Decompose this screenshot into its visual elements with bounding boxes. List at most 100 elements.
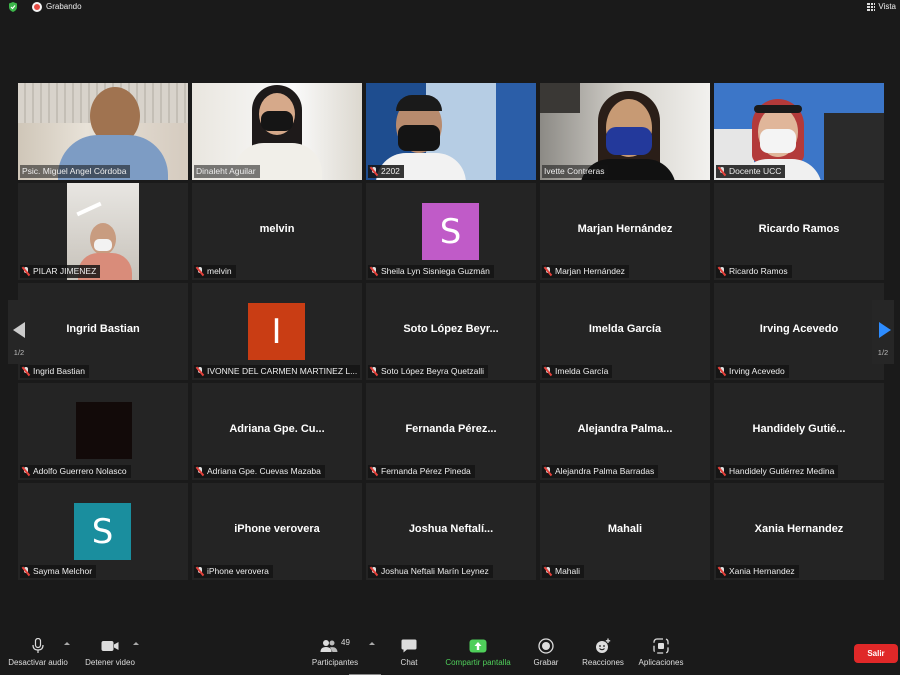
reactions-button[interactable]: Reacciones [580,636,626,667]
chevron-right-icon [879,322,891,338]
participant-name: iPhone verovera [207,566,269,576]
participant-name: Fernanda Pérez Pineda [381,466,471,476]
participant-center-name: iPhone verovera [234,523,320,535]
participant-tile[interactable]: Ingrid Bastian Ingrid Bastian [18,283,188,380]
participant-tile[interactable]: Docente UCC [714,83,884,180]
reactions-label: Reacciones [582,658,624,667]
participant-name: 2202 [381,166,400,176]
top-bar: Grabando Vista [0,0,900,14]
smiley-plus-icon [596,638,611,653]
next-page-button[interactable]: 1/2 [872,300,894,364]
participant-tile[interactable]: Irving Acevedo Irving Acevedo [714,283,884,380]
recording-icon [32,2,42,12]
participant-tile[interactable]: Mahali Mahali [540,483,710,580]
participant-tile[interactable]: Joshua Neftalí... Joshua Neftali Marín Le… [366,483,536,580]
muted-mic-icon [544,367,552,376]
apps-label: Aplicaciones [638,658,684,667]
record-icon [538,638,554,654]
participant-name-label: Ricardo Ramos [716,265,792,278]
apps-button[interactable]: Aplicaciones [636,636,686,667]
participant-tile[interactable]: Soto López Beyr... Soto López Beyra Quetz… [366,283,536,380]
participant-center-name: melvin [259,223,295,235]
participants-button[interactable]: 49 Participantes [308,636,362,668]
participant-tile[interactable]: I IVONNE DEL CARMEN MARTINEZ L... [192,283,362,380]
participant-tile[interactable]: iPhone verovera iPhone verovera [192,483,362,580]
audio-options-caret[interactable] [64,642,70,645]
muted-mic-icon [22,367,30,376]
participant-name: Psic. Miguel Angel Córdoba [22,166,127,176]
meeting-toolbar: Desactivar audio Detener video 49 Partic… [0,630,900,675]
participant-name: melvin [207,266,232,276]
participant-tile[interactable]: Ricardo Ramos Ricardo Ramos [714,183,884,280]
muted-mic-icon [370,567,378,576]
participant-tile[interactable]: Alejandra Palma... Alejandra Palma Barrad… [540,383,710,480]
participant-tile[interactable]: Adriana Gpe. Cu... Adriana Gpe. Cuevas Ma… [192,383,362,480]
participant-name: Adolfo Guerrero Nolasco [33,466,127,476]
participant-center-name: Marjan Hernández [577,223,673,235]
participant-tile[interactable]: Marjan Hernández Marjan Hernández [540,183,710,280]
mute-button[interactable]: Desactivar audio [4,636,72,667]
participant-name-label: Ingrid Bastian [20,365,89,378]
avatar: I [248,303,305,360]
participant-tile[interactable]: Psic. Miguel Angel Córdoba [18,83,188,180]
participant-tile[interactable]: Adolfo Guerrero Nolasco [18,383,188,480]
participant-name-label: Alejandra Palma Barradas [542,465,659,478]
participant-tile[interactable]: Xania Hernandez Xania Hernandez [714,483,884,580]
participant-center-name: Ricardo Ramos [758,223,840,235]
participant-name-label: iPhone verovera [194,565,273,578]
participant-name-label: Adolfo Guerrero Nolasco [20,465,131,478]
participant-name: Docente UCC [729,166,782,176]
record-button[interactable]: Grabar [530,636,562,667]
shield-icon [9,2,17,12]
page-indicator-right: 1/2 [877,348,889,357]
participant-tile[interactable]: Handidely Gutié... Handidely Gutiérrez Me… [714,383,884,480]
participants-options-caret[interactable] [369,642,375,645]
participant-tile[interactable]: S Sheila Lyn Sisniega Guzmán [366,183,536,280]
participants-count: 49 [341,637,350,647]
record-label: Grabar [533,658,559,667]
muted-mic-icon [22,467,30,476]
participant-tile[interactable]: Fernanda Pérez... Fernanda Pérez Pineda [366,383,536,480]
participant-name: Xania Hernandez [729,566,795,576]
participant-name: Ingrid Bastian [33,366,85,376]
view-button[interactable]: Vista [867,2,896,11]
chat-button[interactable]: Chat [394,636,424,667]
participant-tile[interactable]: Dinaleht Aguilar [192,83,362,180]
chevron-left-icon [13,322,25,338]
participant-name: Sayma Melchor [33,566,93,576]
muted-mic-icon [718,467,726,476]
muted-mic-icon [718,267,726,276]
participant-tile[interactable]: S Sayma Melchor [18,483,188,580]
participant-name-label: Marjan Hernández [542,265,629,278]
previous-page-button[interactable]: 1/2 [8,300,30,364]
participant-name: Marjan Hernández [555,266,625,276]
participants-label: Participantes [311,658,359,667]
stop-video-button[interactable]: Detener video [80,636,140,667]
muted-mic-icon [22,567,30,576]
muted-mic-icon [196,467,204,476]
participant-name: Ricardo Ramos [729,266,788,276]
participant-center-name: Adriana Gpe. Cu... [229,423,325,435]
participant-name: PILAR JIMENEZ [33,266,97,276]
participant-center-name: Fernanda Pérez... [405,423,497,435]
participant-gallery: Psic. Miguel Angel Córdoba Dinaleht Aguil… [18,83,888,580]
muted-mic-icon [370,267,378,276]
participant-name-label: Joshua Neftali Marín Leynez [368,565,493,578]
participant-tile[interactable]: Ivette Contreras [540,83,710,180]
share-screen-button[interactable]: Compartir pantalla [440,636,516,667]
participant-name: Soto López Beyra Quetzalli [381,366,485,376]
leave-button[interactable]: Salir [854,644,898,663]
participant-tile[interactable]: 2202 [366,83,536,180]
participant-tile[interactable]: Imelda García Imelda García [540,283,710,380]
participant-name-label: Sayma Melchor [20,565,97,578]
participant-tile[interactable]: PILAR JIMENEZ [18,183,188,280]
participant-tile[interactable]: melvin melvin [192,183,362,280]
page-indicator-left: 1/2 [13,348,25,357]
participant-center-name: Joshua Neftalí... [408,523,494,535]
participant-name-label: Xania Hernandez [716,565,799,578]
participant-name: Ivette Contreras [544,166,605,176]
mute-label: Desactivar audio [8,658,68,667]
video-options-caret[interactable] [133,642,139,645]
muted-mic-icon [718,367,726,376]
share-screen-icon [469,639,487,653]
